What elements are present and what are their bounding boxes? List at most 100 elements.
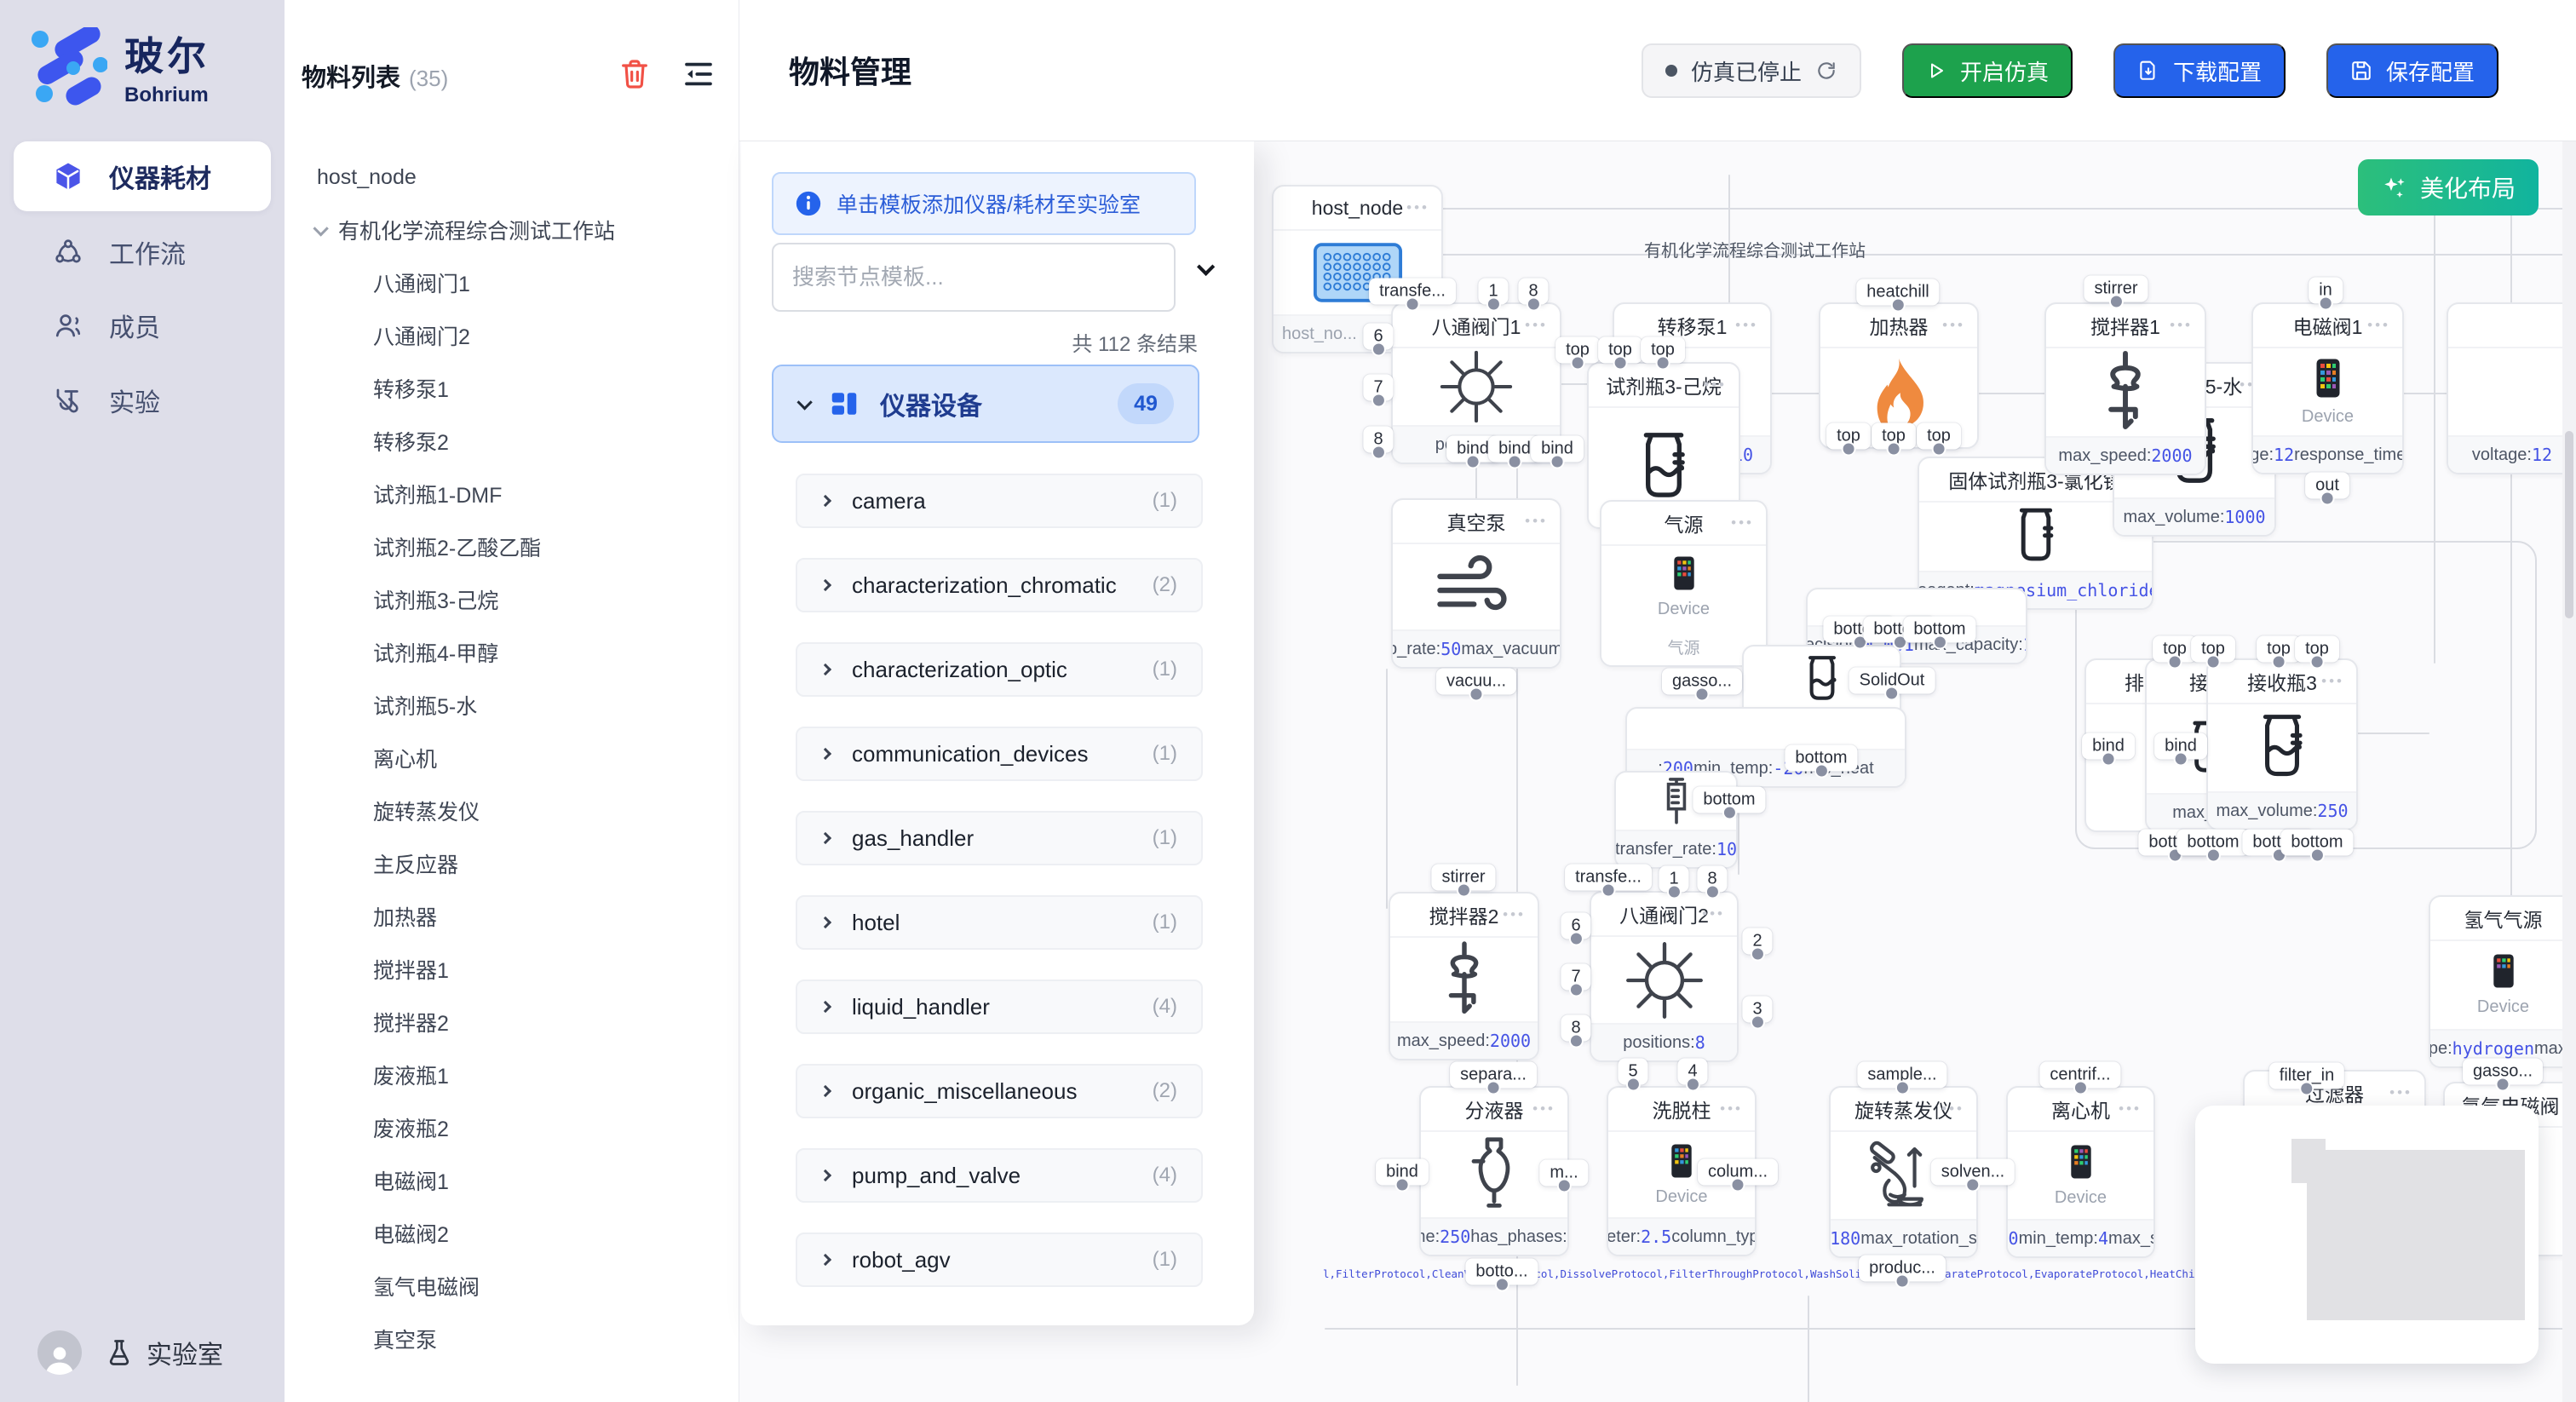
port-pill[interactable]: sample...	[1857, 1062, 1946, 1089]
tree-item[interactable]: 旋转蒸发仪	[285, 784, 739, 837]
node-h2-gas-source[interactable]: 氢气气源 Device _type: hydrogen max_pre	[2429, 895, 2576, 1068]
tree-item[interactable]: 搅拌器1	[285, 943, 739, 996]
tree-item[interactable]: 废液瓶1	[285, 1049, 739, 1101]
port-pill[interactable]: bind	[1531, 436, 1584, 463]
chevron-down-icon[interactable]	[796, 394, 812, 410]
port-pill[interactable]: top	[1872, 423, 1916, 450]
node-menu-icon[interactable]: •••	[1503, 906, 1526, 923]
port-pill[interactable]: bind	[2154, 733, 2207, 760]
node-menu-icon[interactable]: •••	[1941, 1100, 1964, 1118]
tree-item[interactable]: 真空泵	[285, 1313, 739, 1365]
category-row[interactable]: organic_miscellaneous (2)	[796, 1064, 1203, 1118]
port-pill[interactable]: bottom	[1785, 745, 1857, 772]
chevron-right-icon[interactable]	[819, 832, 831, 844]
port-pill[interactable]: stirrer	[1431, 865, 1495, 891]
port-pill[interactable]: 4	[1677, 1059, 1707, 1085]
port-pill[interactable]: 8	[1561, 1015, 1590, 1042]
port-pill[interactable]: colum...	[1698, 1159, 1778, 1186]
port-pill[interactable]: 3	[1742, 997, 1772, 1023]
node-menu-icon[interactable]: •••	[2119, 1100, 2142, 1118]
minimap[interactable]	[2195, 1106, 2539, 1364]
node-menu-icon[interactable]: •••	[1702, 905, 1725, 922]
node-solenoid-valve-2[interactable]: voltage: 12	[2447, 302, 2576, 474]
port-pill[interactable]: filter_in	[2269, 1063, 2344, 1089]
port-pill[interactable]: bottom	[2176, 830, 2249, 856]
tree-item[interactable]: 搅拌器2	[285, 996, 739, 1049]
port-pill[interactable]: 2	[1742, 928, 1772, 955]
sidebar-item-instruments[interactable]: 仪器耗材	[14, 141, 271, 211]
download-config-button[interactable]: 下载配置	[2113, 43, 2286, 98]
chevron-right-icon[interactable]	[819, 495, 831, 507]
port-pill[interactable]: m...	[1539, 1160, 1588, 1187]
category-row[interactable]: robot_agv (1)	[796, 1232, 1203, 1287]
port-pill[interactable]: 7	[1363, 375, 1393, 401]
tree-item[interactable]: 试剂瓶1-DMF	[285, 468, 739, 520]
port-pill[interactable]: bottom	[1693, 787, 1765, 813]
tree-item-host-node[interactable]: host_node	[285, 151, 739, 204]
save-config-button[interactable]: 保存配置	[2326, 43, 2498, 98]
port-pill[interactable]: top	[1826, 423, 1871, 450]
port-pill[interactable]: 5	[1618, 1059, 1647, 1085]
port-pill[interactable]: top	[1555, 337, 1600, 364]
node-valve-2[interactable]: 八通阀门2••• positions: 8	[1590, 891, 1739, 1062]
node-menu-icon[interactable]: •••	[2389, 1084, 2412, 1101]
node-menu-icon[interactable]: •••	[2170, 317, 2193, 334]
node-menu-icon[interactable]: •••	[1532, 1100, 1555, 1118]
chevron-right-icon[interactable]	[819, 1169, 831, 1181]
port-pill[interactable]: bottom	[1903, 617, 1975, 643]
category-row[interactable]: communication_devices (1)	[796, 727, 1203, 781]
refresh-icon[interactable]	[1815, 60, 1837, 82]
port-pill[interactable]: centrif...	[2039, 1062, 2120, 1089]
port-pill[interactable]: 6	[1561, 913, 1590, 939]
canvas-scrollbar-track[interactable]	[2562, 141, 2576, 1402]
chevron-right-icon[interactable]	[819, 1001, 831, 1013]
port-pill[interactable]: heatchill	[1856, 279, 1939, 306]
tree-item[interactable]: 试剂瓶3-己烷	[285, 573, 739, 626]
node-menu-icon[interactable]: •••	[1704, 376, 1727, 394]
node-vacuum-pump[interactable]: 真空泵••• pump_rate: 50 max_vacuum: 0.1	[1391, 498, 1561, 669]
port-pill[interactable]: 1	[1659, 866, 1688, 893]
port-pill[interactable]: 8	[1697, 866, 1727, 893]
tree-item[interactable]: 转移泵1	[285, 362, 739, 415]
start-simulation-button[interactable]: 开启仿真	[1902, 43, 2073, 98]
tree-item[interactable]: 试剂瓶5-水	[285, 679, 739, 732]
port-pill[interactable]: solven...	[1931, 1159, 2015, 1186]
tree-item[interactable]: 电磁阀1	[285, 1154, 739, 1207]
tree-item[interactable]: 试剂瓶4-甲醇	[285, 626, 739, 679]
port-pill[interactable]: out	[2305, 473, 2349, 499]
avatar[interactable]	[37, 1330, 82, 1375]
tree-item[interactable]: 加热器	[285, 890, 739, 943]
node-menu-icon[interactable]: •••	[1525, 513, 1548, 530]
node-menu-icon[interactable]: •••	[1731, 514, 1754, 531]
port-pill[interactable]: top	[1598, 337, 1642, 364]
node-menu-icon[interactable]: •••	[1525, 317, 1548, 334]
port-pill[interactable]: 8	[1518, 279, 1548, 305]
tree-item[interactable]: 氢气电磁阀	[285, 1260, 739, 1313]
tree-item[interactable]: 八通阀门1	[285, 256, 739, 309]
port-pill[interactable]: top	[2295, 636, 2339, 663]
chevron-down-icon[interactable]	[313, 221, 328, 236]
port-pill[interactable]: vacuu...	[1436, 669, 1516, 695]
tree-item[interactable]: 八通阀门2	[285, 309, 739, 362]
beautify-layout-button[interactable]: 美化布局	[2358, 159, 2539, 215]
port-pill[interactable]: bottom	[2280, 830, 2353, 856]
port-pill[interactable]: 6	[1363, 324, 1393, 350]
sim-status-pill[interactable]: 仿真已停止	[1642, 43, 1861, 98]
tree-item[interactable]: 电磁阀2	[285, 1207, 739, 1260]
node-centrifuge[interactable]: 离心机••• Device p: 40 min_temp: 4 max_spe	[2006, 1086, 2155, 1258]
sidebar-item-workflow[interactable]: 工作流	[14, 217, 271, 287]
tree-item[interactable]: 废液瓶2	[285, 1101, 739, 1154]
port-pill[interactable]: stirrer	[2084, 276, 2148, 302]
node-receiver-3[interactable]: 接收瓶3••• max_volume: 250	[2206, 658, 2358, 830]
node-stirrer-1[interactable]: 搅拌器1••• max_speed: 2000	[2044, 302, 2206, 475]
node-solenoid-valve-1[interactable]: 电磁阀1••• Device voltage: 12 response_time…	[2251, 302, 2404, 474]
tree-item[interactable]: 试剂瓶2-乙酸乙酯	[285, 520, 739, 573]
port-pill[interactable]: top	[2191, 636, 2235, 663]
node-menu-icon[interactable]: •••	[1942, 317, 1965, 334]
node-menu-icon[interactable]: •••	[1720, 1100, 1743, 1118]
chevron-right-icon[interactable]	[819, 916, 831, 928]
port-pill[interactable]: gasso...	[2463, 1059, 2543, 1085]
category-row[interactable]: hotel (1)	[796, 895, 1203, 950]
port-pill[interactable]: bind	[1376, 1159, 1429, 1186]
port-pill[interactable]: top	[1917, 423, 1961, 450]
